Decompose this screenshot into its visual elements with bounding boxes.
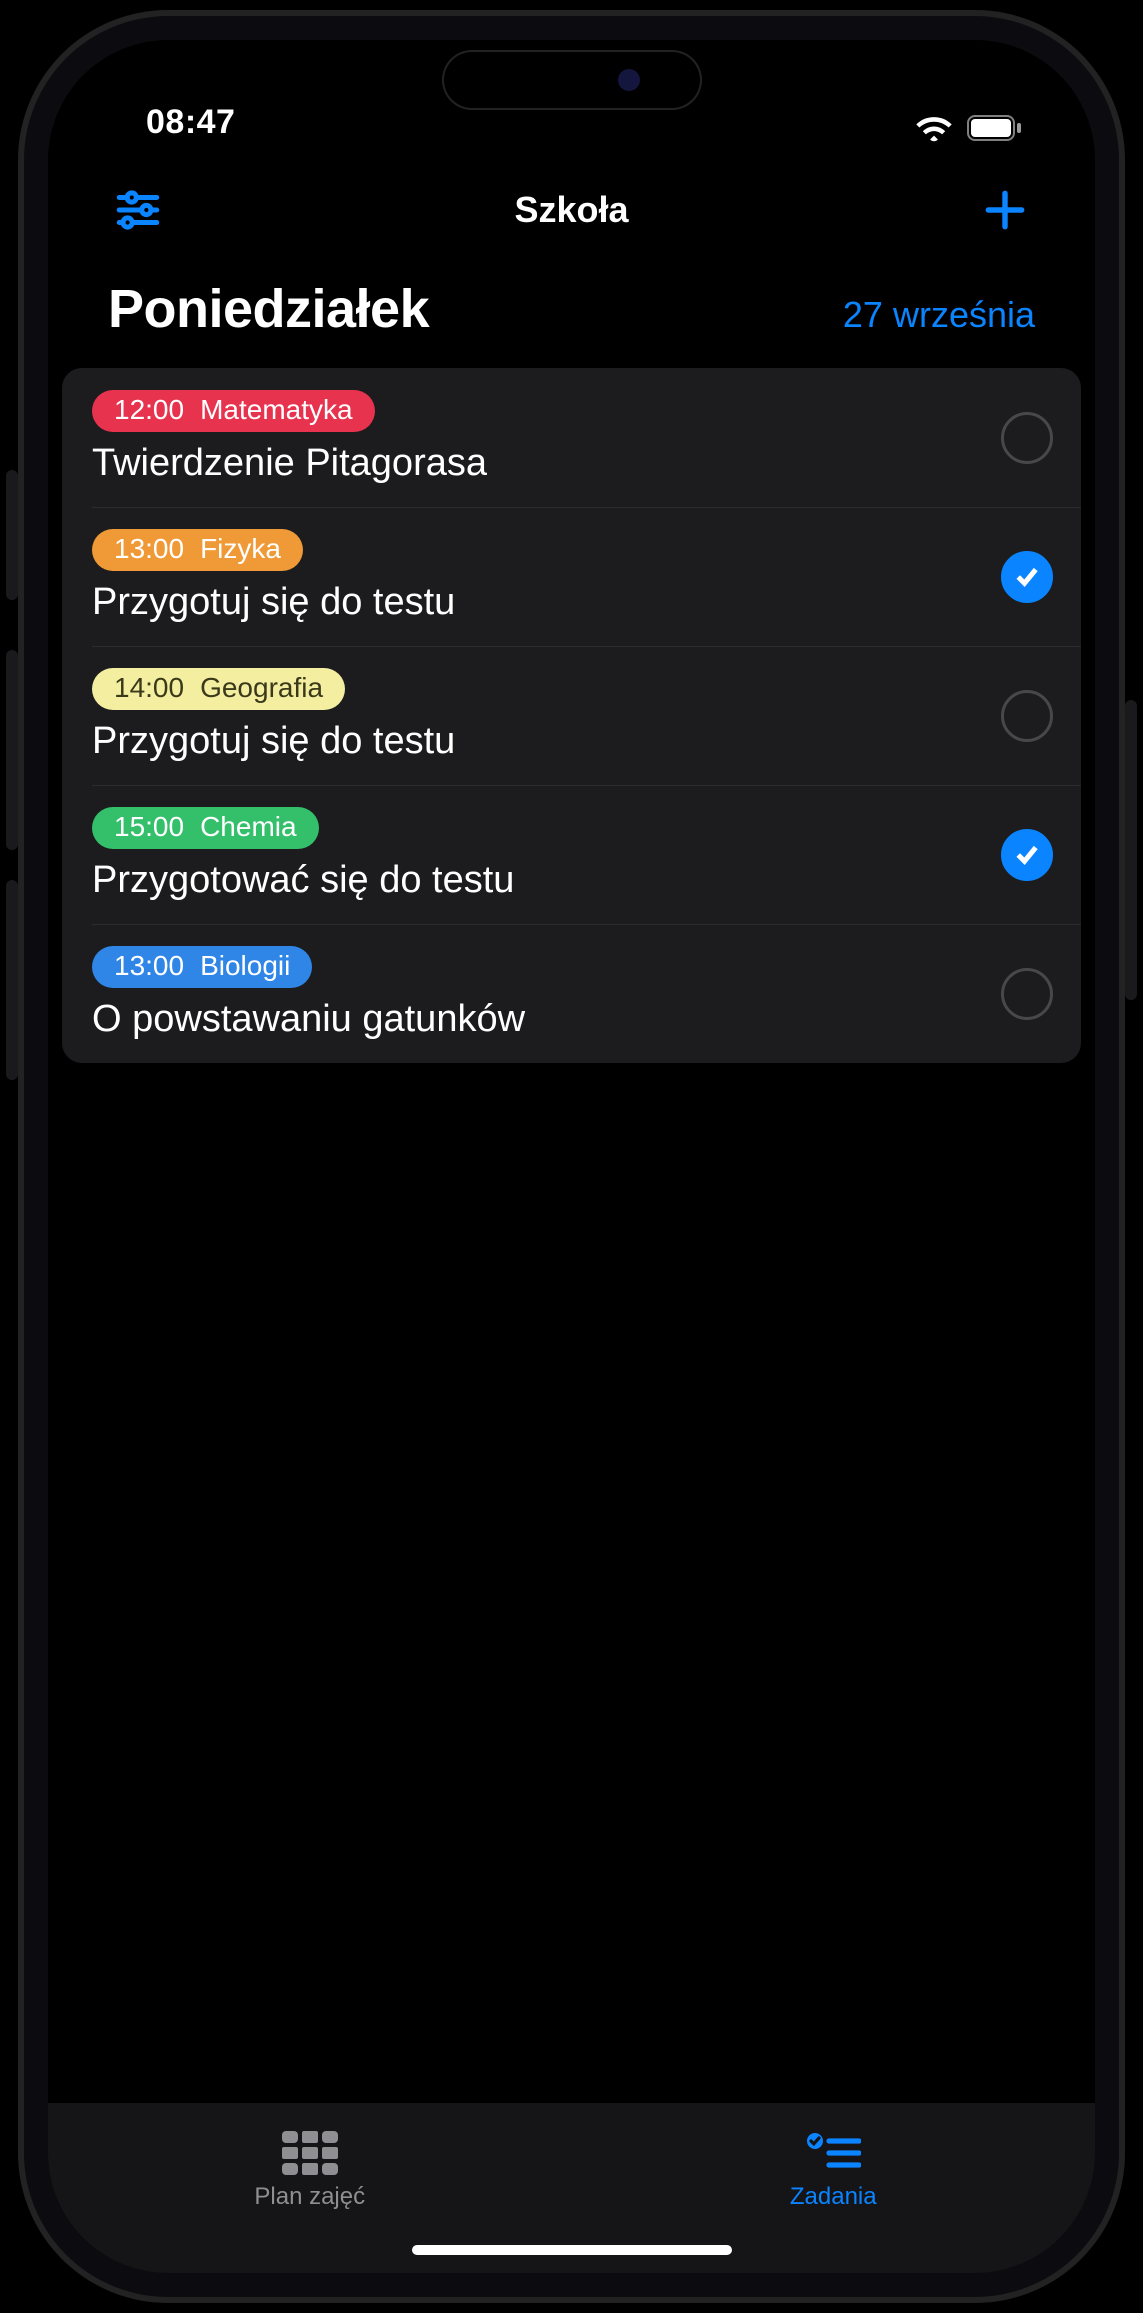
power-button (1125, 700, 1137, 1000)
badge-subject: Geografia (200, 672, 323, 704)
task-title: Przygotować się do testu (92, 859, 981, 902)
task-checkbox[interactable] (1001, 412, 1053, 464)
tab-label: Zadania (790, 2183, 877, 2211)
task-list: 12:00 Matematyka Twierdzenie Pitagorasa 13:… (62, 368, 1081, 1063)
subject-badge: 13:00 Biologii (92, 946, 312, 988)
task-row[interactable]: 12:00 Matematyka Twierdzenie Pitagorasa (62, 368, 1081, 507)
tab-tasks[interactable]: Zadania (572, 2103, 1096, 2239)
nav-title: Szkoła (514, 189, 628, 231)
task-body: 14:00 Geografia Przygotuj się do testu (92, 668, 981, 763)
screen: 08:47 Szkoła (48, 40, 1095, 2273)
status-time: 08:47 (146, 103, 235, 142)
status-icons (915, 114, 1023, 142)
nav-bar: Szkoła (48, 150, 1095, 270)
battery-icon (967, 115, 1023, 141)
task-title: O powstawaniu gatunków (92, 998, 981, 1041)
volume-up-button (6, 650, 18, 850)
volume-down-button (6, 880, 18, 1080)
tab-schedule[interactable]: Plan zajęć (48, 2103, 572, 2239)
add-button[interactable] (975, 180, 1035, 240)
grid-icon (282, 2131, 338, 2175)
side-button (6, 470, 18, 600)
task-title: Twierdzenie Pitagorasa (92, 442, 981, 485)
task-body: 15:00 Chemia Przygotować się do testu (92, 807, 981, 902)
tab-label: Plan zajęć (254, 2183, 365, 2211)
date-link[interactable]: 27 września (843, 294, 1035, 336)
checklist-icon (805, 2131, 861, 2175)
subject-badge: 14:00 Geografia (92, 668, 345, 710)
task-body: 12:00 Matematyka Twierdzenie Pitagorasa (92, 390, 981, 485)
badge-subject: Fizyka (200, 533, 281, 565)
subject-badge: 13:00 Fizyka (92, 529, 303, 571)
badge-subject: Biologii (200, 950, 290, 982)
task-checkbox[interactable] (1001, 551, 1053, 603)
task-checkbox[interactable] (1001, 829, 1053, 881)
badge-time: 14:00 (114, 672, 184, 704)
task-title: Przygotuj się do testu (92, 581, 981, 624)
task-body: 13:00 Fizyka Przygotuj się do testu (92, 529, 981, 624)
sliders-icon (113, 185, 163, 235)
wifi-icon (915, 114, 953, 142)
badge-time: 13:00 (114, 950, 184, 982)
dynamic-island (442, 50, 702, 110)
check-icon (1012, 840, 1042, 870)
badge-time: 13:00 (114, 533, 184, 565)
badge-subject: Matematyka (200, 394, 353, 426)
subject-badge: 12:00 Matematyka (92, 390, 375, 432)
header-row: Poniedziałek 27 września (48, 270, 1095, 368)
day-title: Poniedziałek (108, 278, 429, 340)
subject-badge: 15:00 Chemia (92, 807, 319, 849)
plus-icon (980, 185, 1030, 235)
badge-subject: Chemia (200, 811, 296, 843)
task-checkbox[interactable] (1001, 968, 1053, 1020)
task-checkbox[interactable] (1001, 690, 1053, 742)
filter-button[interactable] (108, 180, 168, 240)
home-indicator[interactable] (412, 2245, 732, 2255)
task-row[interactable]: 15:00 Chemia Przygotować się do testu (62, 785, 1081, 924)
badge-time: 12:00 (114, 394, 184, 426)
task-row[interactable]: 13:00 Biologii O powstawaniu gatunków (62, 924, 1081, 1063)
task-row[interactable]: 14:00 Geografia Przygotuj się do testu (62, 646, 1081, 785)
task-body: 13:00 Biologii O powstawaniu gatunków (92, 946, 981, 1041)
task-row[interactable]: 13:00 Fizyka Przygotuj się do testu (62, 507, 1081, 646)
check-icon (1012, 562, 1042, 592)
badge-time: 15:00 (114, 811, 184, 843)
device-frame: 08:47 Szkoła (18, 10, 1125, 2303)
task-title: Przygotuj się do testu (92, 720, 981, 763)
